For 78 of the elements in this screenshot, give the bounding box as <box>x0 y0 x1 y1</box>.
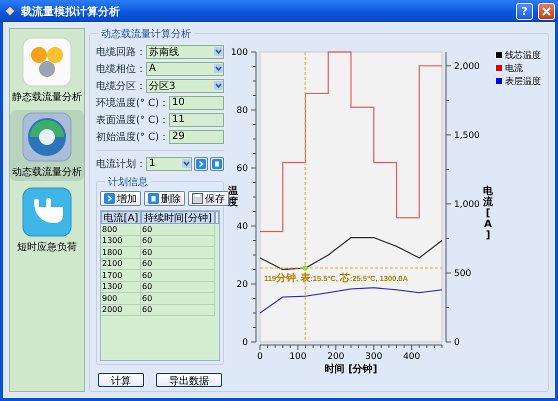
field-label: 电缆回路： <box>96 46 146 58</box>
table-cell: 60 <box>141 293 215 304</box>
table-cell: 60 <box>141 224 215 236</box>
x-tick-label: 300 <box>365 352 382 362</box>
column-header[interactable]: 电流[A] <box>101 211 141 224</box>
action-button[interactable]: 导出数据 <box>156 373 222 387</box>
legend-label: 表层温度 <box>505 77 541 87</box>
y-tick-label: 100 <box>230 48 248 58</box>
arrow-icon <box>196 158 206 168</box>
table-cell: 1700 <box>101 270 141 282</box>
toolbar-button[interactable]: 删除 <box>144 191 185 206</box>
field-label: 环境温度(° C)： <box>96 96 169 110</box>
next-button[interactable] <box>194 156 208 170</box>
table-cell: 1800 <box>101 247 141 258</box>
sidebar-item[interactable]: 动态载流量分析 <box>10 110 84 181</box>
toolbar-button[interactable]: 增加 <box>100 191 141 206</box>
swirl-icon[interactable] <box>22 112 72 162</box>
y-tick-label: 40 <box>236 222 248 232</box>
cursor-dot <box>302 266 308 271</box>
dropdown-caret-icon[interactable] <box>214 64 223 73</box>
y2-tick-label: 1,500 <box>454 130 480 141</box>
x-tick-label: 400 <box>403 352 420 362</box>
help-button[interactable]: ? <box>516 2 533 20</box>
input-field[interactable]: 10 <box>168 96 224 110</box>
input-field[interactable]: 11 <box>168 112 224 126</box>
close-icon <box>542 6 551 16</box>
close-button[interactable] <box>538 2 555 20</box>
table-cell: 60 <box>141 282 215 293</box>
x-tick-label: 0 <box>257 352 263 362</box>
table-cell: 800 <box>101 224 141 236</box>
input-field[interactable]: 29 <box>168 130 224 144</box>
y-axis-title: 温度 <box>228 186 238 208</box>
y-tick-label: 60 <box>236 164 248 174</box>
field-label: 电流计划： <box>96 158 146 170</box>
panel-title: 动态载流量计算分析 <box>98 27 194 41</box>
table-cell: 2100 <box>101 258 141 270</box>
y-tick-label: 20 <box>236 280 248 290</box>
dropdown[interactable]: 苏南线 <box>146 44 224 58</box>
y-tick-label: 0 <box>242 338 248 348</box>
y2-tick-label: 1,000 <box>454 200 480 210</box>
x-tick-label: 200 <box>327 352 344 362</box>
dropdown-caret-icon[interactable] <box>214 81 223 90</box>
field-label: 初始温度(° C)： <box>96 130 169 144</box>
field-label: 表面温度(° C)： <box>96 114 169 126</box>
dropdown[interactable]: A <box>146 62 224 76</box>
dropdown-caret-icon[interactable] <box>214 47 223 56</box>
field-label: 电缆分区： <box>96 80 146 92</box>
y2-tick-label: 0 <box>454 338 460 348</box>
column-header[interactable]: 持续时间[分钟] <box>141 211 215 224</box>
sidebar-item[interactable]: 静态载流量分析 <box>10 35 84 106</box>
table-cell: 60 <box>141 270 215 282</box>
dropdown[interactable]: 1 <box>146 156 192 170</box>
plan-title: 计划信息 <box>105 175 151 189</box>
table-cell: 60 <box>141 304 215 316</box>
legend-label: 电流 <box>505 64 523 74</box>
y-tick-label: 80 <box>236 106 248 116</box>
table-cell: 1300 <box>101 282 141 293</box>
table-cell: 60 <box>141 258 215 270</box>
dropdown[interactable]: 分区3 <box>146 78 224 92</box>
x-axis-title: 时间 [分钟] <box>324 364 378 375</box>
table-cell: 1300 <box>101 236 141 247</box>
table-cell: 60 <box>141 236 215 247</box>
app-icon <box>4 5 16 17</box>
legend-label: 线芯温度 <box>505 51 541 61</box>
y2-tick-label: 2,000 <box>454 62 480 72</box>
table-cell: 900 <box>101 293 141 304</box>
sidebar-item[interactable]: 短时应急负荷 <box>15 185 79 256</box>
table-cell: 2000 <box>101 304 141 316</box>
toolbar-button[interactable]: 保存 <box>188 191 229 206</box>
dropdown-caret-icon[interactable] <box>182 159 191 168</box>
action-button[interactable]: 计算 <box>98 373 144 387</box>
y2-tick-label: 500 <box>454 268 472 279</box>
window-title: 载流量模拟计算分析 <box>21 4 121 18</box>
table-cell: 60 <box>141 247 215 258</box>
x-tick-label: 100 <box>289 352 306 362</box>
table-corner <box>215 211 219 224</box>
y2-axis-title: 电流[A] <box>483 186 493 241</box>
field-label: 电缆相位： <box>96 62 146 76</box>
